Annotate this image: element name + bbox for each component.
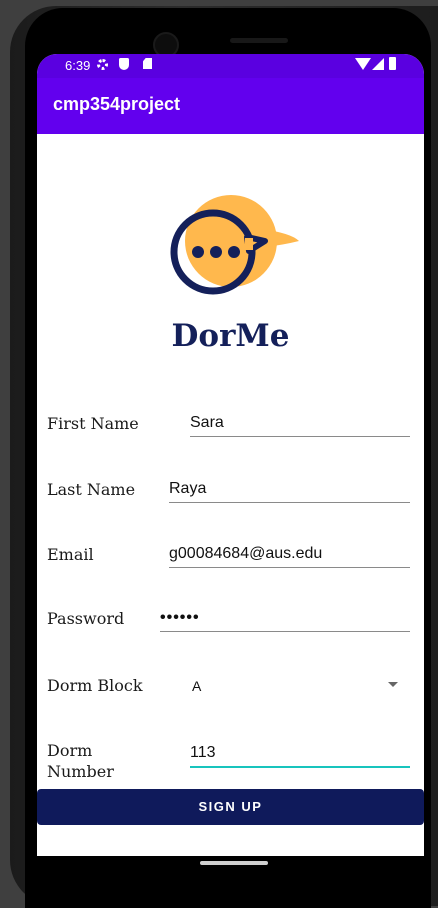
password-field[interactable]: •••••• <box>160 601 410 632</box>
first-name-label: First Name <box>47 414 139 433</box>
chat-bubble-logo-icon <box>170 195 299 295</box>
app-screen: 6:39 cmp354project DorMe First Name Sara… <box>37 54 424 867</box>
app-title: cmp354project <box>53 94 181 114</box>
last-name-label: Last Name <box>47 480 136 499</box>
email-label: Email <box>47 545 94 564</box>
first-name-value: Sara <box>190 414 224 431</box>
speaker-grille <box>230 38 288 43</box>
status-bar: 6:39 <box>37 54 424 78</box>
password-value: •••••• <box>160 609 200 626</box>
shield-icon <box>119 58 129 70</box>
home-gesture-pill[interactable] <box>200 861 268 865</box>
sign-up-button[interactable]: SIGN UP <box>37 789 424 825</box>
dorm-block-label: Dorm Block <box>47 676 143 695</box>
dorm-number-value: 113 <box>190 744 216 761</box>
first-name-field[interactable]: Sara <box>190 406 410 437</box>
sd-card-icon <box>143 58 152 69</box>
brand-name: DorMe <box>171 318 290 354</box>
dorm-block-dropdown[interactable]: A <box>190 670 410 700</box>
email-field[interactable]: g00084684@aus.edu <box>169 537 410 568</box>
battery-icon <box>389 57 396 70</box>
dorm-number-label: Dorm Number <box>47 741 114 781</box>
dorm-block-value: A <box>192 678 202 694</box>
password-label: Password <box>47 609 125 628</box>
last-name-field[interactable]: Raya <box>169 472 410 503</box>
status-time: 6:39 <box>65 58 91 73</box>
dorm-number-field[interactable]: 113 <box>190 736 410 768</box>
signal-icon <box>372 58 384 70</box>
last-name-value: Raya <box>169 480 207 497</box>
wifi-icon <box>355 58 371 70</box>
gear-icon <box>97 59 108 70</box>
chevron-down-icon <box>388 682 398 687</box>
app-bar: cmp354project <box>37 78 424 134</box>
email-value: g00084684@aus.edu <box>169 545 323 562</box>
